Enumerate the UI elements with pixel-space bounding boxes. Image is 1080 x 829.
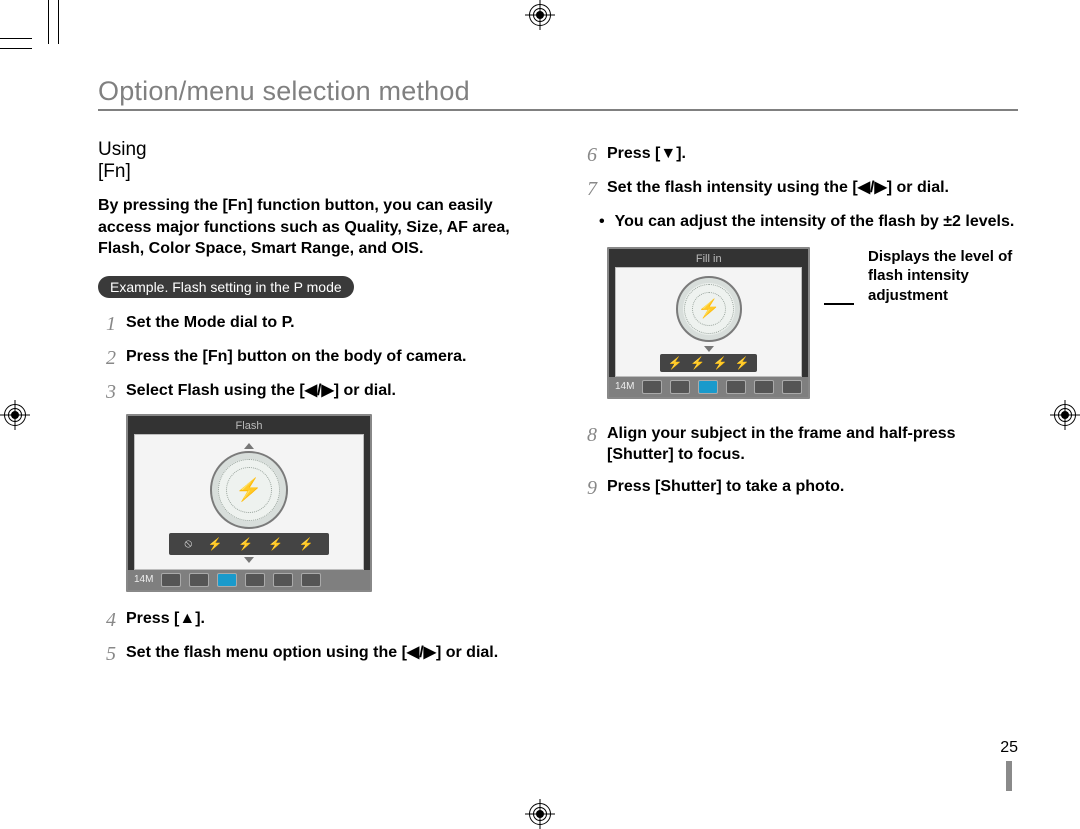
steps-list: 1 Set the Mode dial to P. 2 Press the [Fn]… [98, 312, 537, 404]
flash-level-icon: ⚡ [668, 356, 683, 370]
right-column: 6 Press [▼]. 7 Set the flash intensity usi… [579, 139, 1018, 676]
page-number: 25 [1000, 739, 1018, 757]
option-bar: ⦸ ⚡ ⚡ ⚡ ⚡ [169, 533, 329, 555]
title-rule [98, 109, 1018, 111]
step-number: 5 [98, 642, 116, 666]
camera-screen: Fill in ⚡ ⚡ ⚡ ⚡ ⚡ 14M [607, 247, 810, 399]
flash-redeye-icon: ⚡ [268, 537, 283, 551]
bullet-item: • You can adjust the intensity of the fl… [599, 211, 1018, 233]
flash-level-icon: ⚡ [690, 356, 705, 370]
content-area: Option/menu selection method Using [Fn] … [98, 76, 1018, 791]
status-chip [245, 573, 265, 587]
steps-list: 8Align your subject in the frame and hal… [579, 423, 1018, 500]
steps-list: 6 Press [▼]. 7 Set the flash intensity usi… [579, 143, 1018, 201]
intro-paragraph: By pressing the [Fn] function button, yo… [98, 195, 537, 260]
step-number: 8 [579, 423, 597, 466]
step-text: Set the Mode dial to P. [126, 312, 295, 336]
status-chip [273, 573, 293, 587]
step-number: 3 [98, 380, 116, 404]
flash-icon: ⚡ [208, 537, 223, 551]
callout-line [824, 303, 854, 305]
status-bar: 14M [609, 377, 808, 397]
step-text: Align your subject in the frame and half… [607, 423, 1018, 466]
left-column: Using [Fn] By pressing the [Fn] function… [98, 139, 537, 676]
step-text: Press the [Fn] button on the body of cam… [126, 346, 466, 370]
status-bar: 14M [128, 570, 370, 590]
step-number: 4 [98, 608, 116, 632]
status-chip [642, 380, 662, 394]
step-text: Set the flash menu option using the [◀/▶… [126, 642, 498, 666]
step-number: 6 [579, 143, 597, 167]
bullet-dot: • [599, 211, 605, 233]
step-number: 1 [98, 312, 116, 336]
step-text: Press [▲]. [126, 608, 205, 632]
step-item: 6 Press [▼]. [579, 143, 1018, 167]
status-chip [726, 380, 746, 394]
step-item: 7 Set the flash intensity using the [◀/▶]… [579, 177, 1018, 201]
step-text: Select Flash using the [◀/▶] or dial. [126, 380, 396, 404]
camera-screen: Flash ⚡ ⦸ ⚡ ⚡ ⚡ ⚡ [126, 414, 372, 592]
step-item: 4 Press [▲]. [98, 608, 537, 632]
flash-off-icon: ⦸ [184, 536, 192, 551]
steps-list: 4 Press [▲]. 5 Set the flash menu option u… [98, 608, 537, 666]
registration-mark-icon [1054, 404, 1076, 426]
crop-line [58, 0, 59, 44]
caret-down-icon [244, 557, 254, 563]
status-chip [670, 380, 690, 394]
figure-flash-screen: Flash ⚡ ⦸ ⚡ ⚡ ⚡ ⚡ [126, 414, 537, 592]
crop-line [0, 38, 32, 39]
camera-screen-title: Flash [128, 416, 370, 434]
flash-bolt-icon: ⚡ [698, 298, 720, 319]
step-text: Press [▼]. [607, 143, 686, 167]
figure-fillin-with-callout: Fill in ⚡ ⚡ ⚡ ⚡ ⚡ 14M [607, 247, 1018, 399]
step-number: 2 [98, 346, 116, 370]
camera-screen-stage: ⚡ ⚡ ⚡ ⚡ ⚡ [615, 267, 802, 377]
page-title: Option/menu selection method [98, 76, 1018, 107]
step-item: 5 Set the flash menu option using the [◀/… [98, 642, 537, 666]
page: Option/menu selection method Using [Fn] … [0, 0, 1080, 829]
registration-mark-icon [529, 803, 551, 825]
intensity-bar: ⚡ ⚡ ⚡ ⚡ [660, 354, 757, 372]
crop-line [48, 0, 49, 44]
bullet-text: You can adjust the intensity of the flas… [615, 211, 1015, 233]
page-number-bar [1006, 761, 1012, 791]
step-item: 2 Press the [Fn] button on the body of ca… [98, 346, 537, 370]
flash-level-icon: ⚡ [712, 356, 727, 370]
status-chip [754, 380, 774, 394]
camera-screen-stage: ⚡ ⦸ ⚡ ⚡ ⚡ ⚡ [134, 434, 364, 570]
step-number: 9 [579, 476, 597, 500]
status-chip-selected [217, 573, 237, 587]
registration-mark-icon [529, 4, 551, 26]
flash-auto-icon: ⚡ [238, 537, 253, 551]
status-chip [301, 573, 321, 587]
status-resolution: 14M [134, 574, 153, 585]
status-chip [189, 573, 209, 587]
status-resolution: 14M [615, 381, 634, 392]
page-number-block: 25 [1000, 739, 1018, 791]
registration-mark-icon [4, 404, 26, 426]
callout-text: Displays the level of flash intensity ad… [868, 247, 1018, 306]
status-chip-selected [698, 380, 718, 394]
step-item: 3 Select Flash using the [◀/▶] or dial. [98, 380, 537, 404]
mode-dial-icon: ⚡ [210, 451, 288, 529]
two-column-layout: Using [Fn] By pressing the [Fn] function… [98, 139, 1018, 676]
caret-up-icon [244, 443, 254, 449]
example-pill: Example. Flash setting in the P mode [98, 276, 354, 298]
status-chip [161, 573, 181, 587]
flash-slow-icon: ⚡ [299, 537, 314, 551]
flash-level-icon: ⚡ [735, 356, 750, 370]
caret-down-icon [704, 346, 714, 352]
step-number: 7 [579, 177, 597, 201]
crop-line [0, 48, 32, 49]
step-item: 1 Set the Mode dial to P. [98, 312, 537, 336]
camera-screen-title: Fill in [609, 249, 808, 267]
section-heading: Using [Fn] [98, 139, 130, 183]
step-item: 9 Press [Shutter] to take a photo. [579, 476, 1018, 500]
flash-bolt-icon: ⚡ [235, 477, 262, 503]
status-chip [782, 380, 802, 394]
step-item: 8Align your subject in the frame and hal… [579, 423, 1018, 466]
step-text: Set the flash intensity using the [◀/▶] … [607, 177, 949, 201]
step-text: Press [Shutter] to take a photo. [607, 476, 844, 500]
mode-dial-icon: ⚡ [676, 276, 742, 342]
